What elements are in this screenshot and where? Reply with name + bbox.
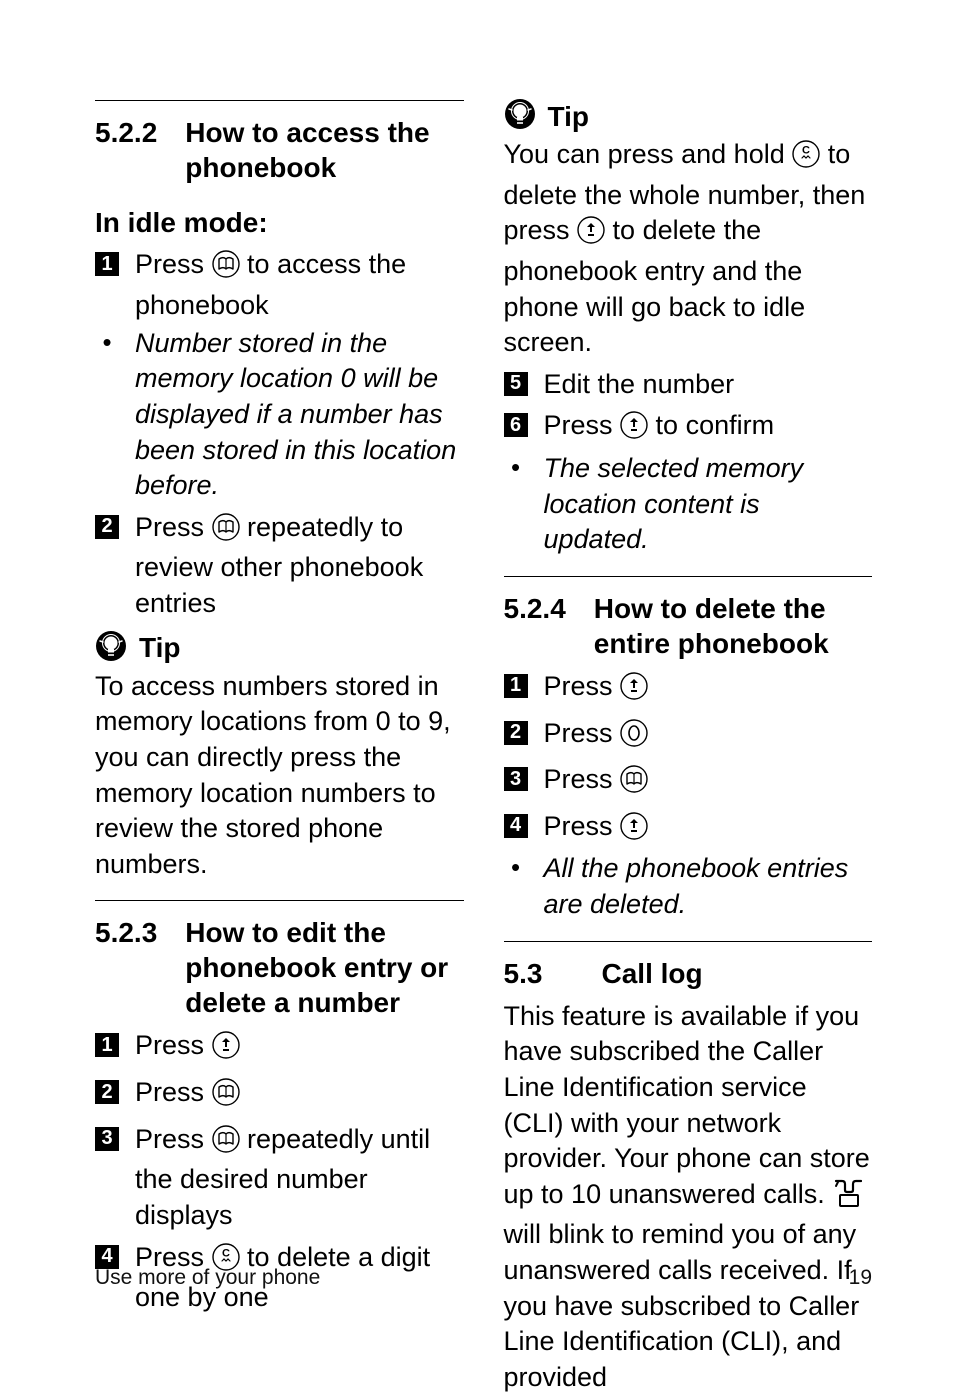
tip-heading: Tip: [95, 630, 464, 667]
tip-label: Tip: [548, 101, 589, 133]
step-text: Press: [544, 809, 649, 850]
rule: [95, 900, 464, 901]
step-text: Press to confirm: [544, 408, 775, 449]
step-number: 1: [95, 252, 119, 276]
bullet-dot: •: [504, 851, 528, 885]
tip-label: Tip: [139, 632, 180, 664]
sub-idle-mode: In idle mode:: [95, 205, 464, 241]
heading-number: 5.2.2: [95, 115, 157, 150]
program-icon: [577, 216, 605, 254]
step-text: Press: [544, 669, 649, 710]
program-icon: [620, 411, 648, 449]
rule: [504, 576, 873, 577]
step-number: 6: [504, 413, 528, 437]
heading-5-2-3: 5.2.3 How to edit the phonebook entry or…: [95, 915, 464, 1020]
step-text: Press: [544, 716, 649, 757]
lightbulb-icon: [95, 630, 127, 667]
step-number: 4: [95, 1245, 119, 1269]
bullet: • Number stored in the memory location 0…: [95, 326, 464, 504]
step-text: Press: [135, 1075, 240, 1116]
heading-number: 5.3: [504, 956, 574, 991]
phonebook-icon: [620, 765, 648, 803]
step-number: 2: [95, 1080, 119, 1104]
heading-title: How to access the phonebook: [185, 115, 463, 185]
footer-section: Use more of your phone: [95, 1266, 320, 1290]
step-number: 5: [504, 372, 528, 396]
bullet-dot: •: [504, 451, 528, 485]
tip-body: To access numbers stored in memory locat…: [95, 669, 464, 883]
tip-body: You can press and hold to delete the who…: [504, 137, 873, 361]
step-text: Press repeatedly until the desired numbe…: [135, 1122, 464, 1234]
step-1: 1 Press: [95, 1028, 464, 1069]
page-footer: Use more of your phone 19: [95, 1266, 872, 1290]
tip-heading: Tip: [504, 98, 873, 135]
step-number: 1: [95, 1033, 119, 1057]
step-number: 2: [95, 515, 119, 539]
step-number: 3: [504, 767, 528, 791]
page-body: 5.2.2 How to access the phonebook In idl…: [0, 0, 954, 1210]
heading-5-3: 5.3 Call log: [504, 956, 873, 991]
heading-number: 5.2.4: [504, 591, 566, 626]
step-number: 3: [95, 1127, 119, 1151]
step-5: 5 Edit the number: [504, 367, 873, 403]
heading-5-2-4: 5.2.4 How to delete the entire phonebook: [504, 591, 873, 661]
bullet: • All the phonebook entries are deleted.: [504, 851, 873, 922]
step-text: Press: [135, 1028, 240, 1069]
page-number: 19: [849, 1266, 872, 1290]
step-1: 1 Press to access the phonebook: [95, 247, 464, 323]
heading-number: 5.2.3: [95, 915, 157, 950]
step-6: 6 Press to confirm: [504, 408, 873, 449]
program-icon: [620, 812, 648, 850]
step-4: 4 Press: [504, 809, 873, 850]
step-3: 3 Press repeatedly until the desired num…: [95, 1122, 464, 1234]
step-3: 3 Press: [504, 762, 873, 803]
phonebook-icon: [212, 513, 240, 551]
step-text: Press: [544, 762, 649, 803]
phonebook-icon: [212, 250, 240, 288]
handset-icon: [832, 1178, 862, 1218]
rule: [504, 941, 873, 942]
right-column: Tip You can press and hold to delete the…: [504, 90, 873, 1210]
rule: [95, 100, 464, 101]
heading-title: How to delete the entire phonebook: [594, 591, 872, 661]
bullet: • The selected memory location content i…: [504, 451, 873, 558]
left-column: 5.2.2 How to access the phonebook In idl…: [95, 90, 464, 1210]
step-text: Edit the number: [544, 367, 735, 403]
step-number: 4: [504, 814, 528, 838]
step-2: 2 Press: [504, 716, 873, 757]
phonebook-icon: [212, 1078, 240, 1116]
bullet-text: Number stored in the memory location 0 w…: [135, 326, 464, 504]
step-number: 2: [504, 721, 528, 745]
step-text: Press to access the phonebook: [135, 247, 464, 323]
bullet-dot: •: [95, 326, 119, 360]
step-2: 2 Press repeatedly to review other phone…: [95, 510, 464, 622]
zero-icon: [620, 719, 648, 757]
heading-title: Call log: [602, 956, 703, 991]
program-icon: [212, 1031, 240, 1069]
heading-title: How to edit the phonebook entry or delet…: [185, 915, 463, 1020]
step-text: Press repeatedly to review other phonebo…: [135, 510, 464, 622]
heading-5-2-2: 5.2.2 How to access the phonebook: [95, 115, 464, 185]
phonebook-icon: [212, 1125, 240, 1163]
bullet-text: The selected memory location content is …: [544, 451, 873, 558]
program-icon: [620, 672, 648, 710]
step-number: 1: [504, 674, 528, 698]
step-1: 1 Press: [504, 669, 873, 710]
step-2: 2 Press: [95, 1075, 464, 1116]
bullet-text: All the phonebook entries are deleted.: [544, 851, 873, 922]
paragraph-5-3: This feature is available if you have su…: [504, 999, 873, 1396]
clear-icon: [792, 140, 820, 178]
lightbulb-icon: [504, 98, 536, 135]
